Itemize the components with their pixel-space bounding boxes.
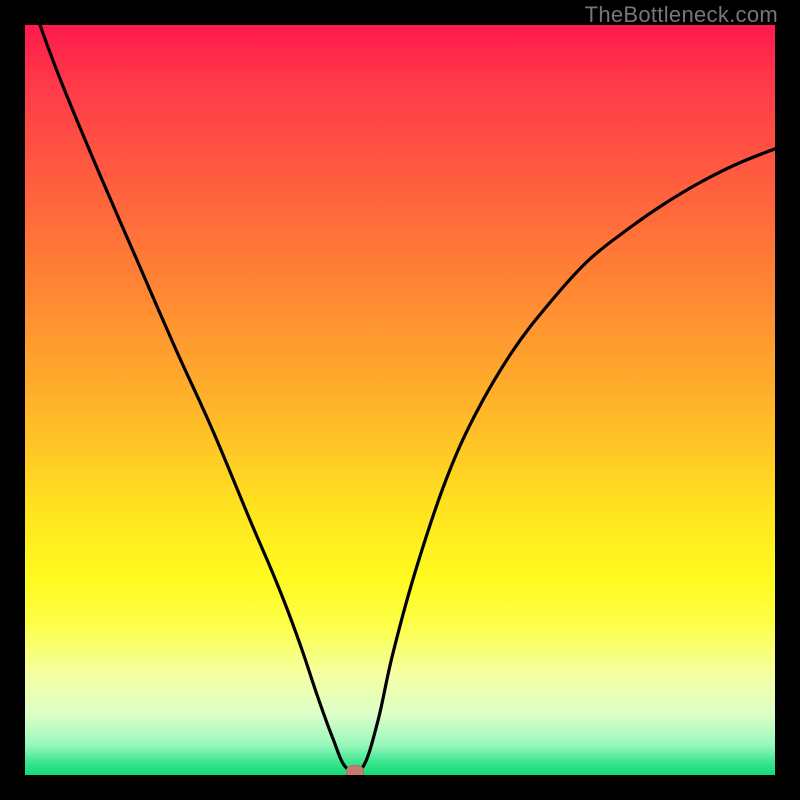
- curve-svg: [25, 25, 775, 775]
- chart-frame: TheBottleneck.com: [0, 0, 800, 800]
- bottleneck-curve: [25, 25, 775, 773]
- attribution-text: TheBottleneck.com: [585, 2, 778, 28]
- plot-area: [25, 25, 775, 775]
